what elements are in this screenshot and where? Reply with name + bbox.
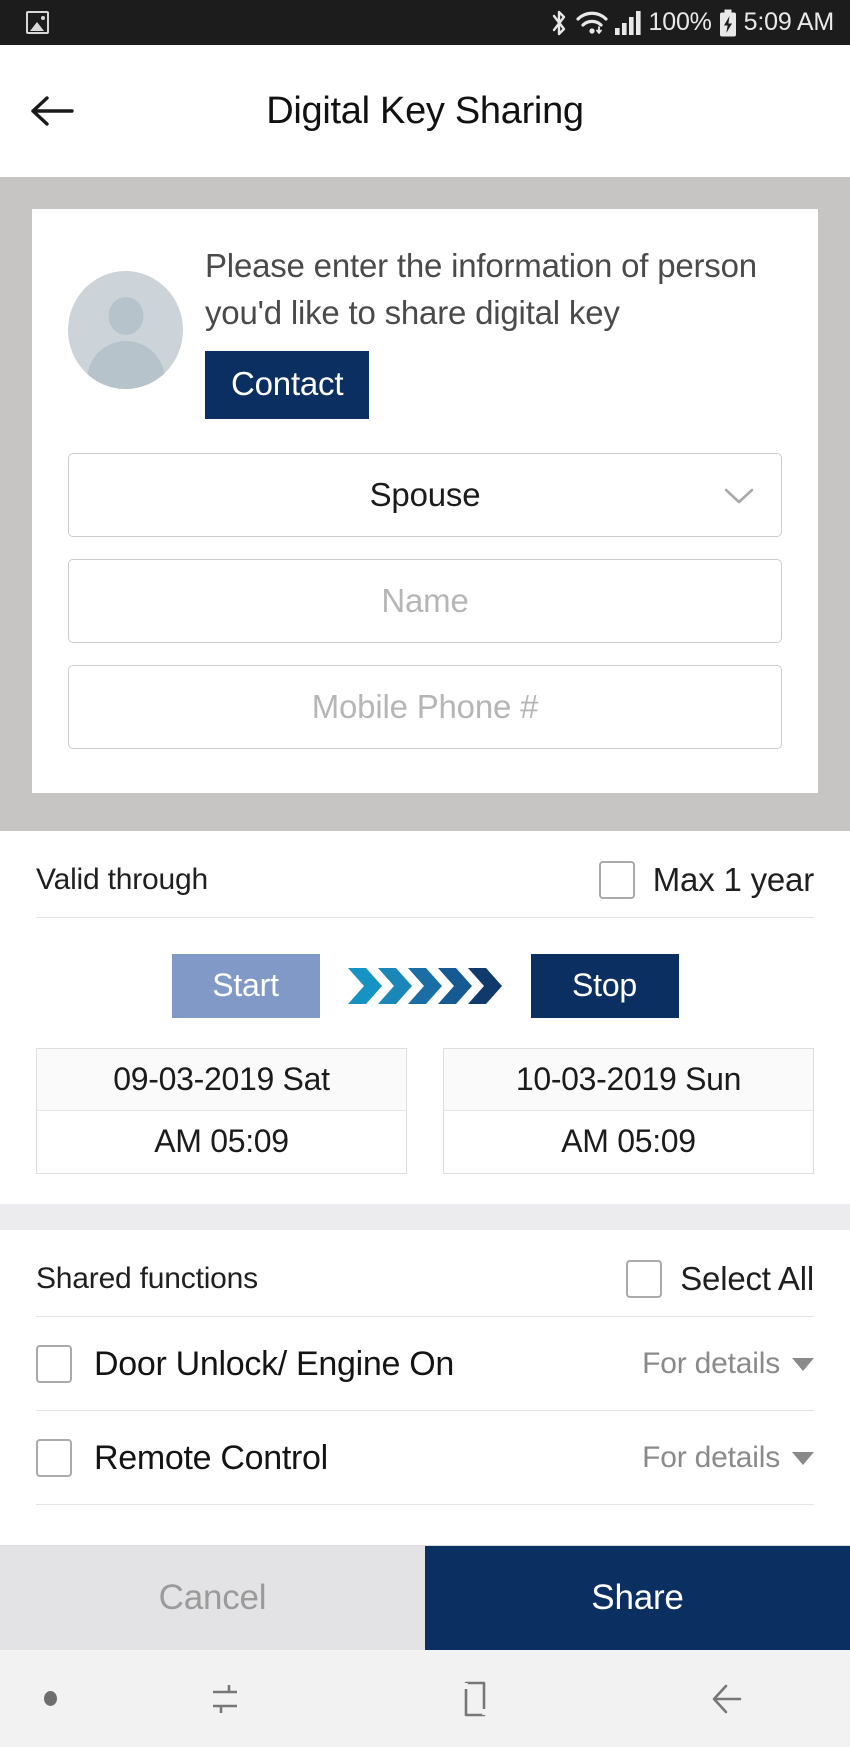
notification-dot-icon bbox=[0, 1691, 100, 1706]
battery-percent: 100% bbox=[648, 8, 712, 36]
recipient-card: Please enter the information of person y… bbox=[32, 209, 818, 793]
scroll-content[interactable]: Please enter the information of person y… bbox=[0, 177, 850, 1545]
avatar-body bbox=[86, 341, 165, 389]
max-one-year-checkbox-row[interactable]: Max 1 year bbox=[598, 860, 814, 899]
person-avatar-icon bbox=[68, 271, 183, 389]
shared-functions-section: Shared functions Select All Door Unlock/… bbox=[0, 1229, 850, 1505]
select-all-checkbox[interactable] bbox=[626, 1259, 663, 1298]
card-header-right: Please enter the information of person y… bbox=[205, 243, 782, 419]
clock-time: 5:09 AM bbox=[743, 8, 835, 36]
app-bar: Digital Key Sharing bbox=[0, 45, 850, 177]
caret-down-icon bbox=[792, 1451, 814, 1465]
remote-control-details-toggle[interactable]: For details bbox=[642, 1441, 814, 1475]
door-unlock-label: Door Unlock/ Engine On bbox=[94, 1344, 455, 1383]
valid-through-title: Valid through bbox=[36, 862, 208, 896]
status-bar-right: 100% 5:09 AM bbox=[549, 8, 834, 37]
android-nav-bar bbox=[0, 1650, 850, 1747]
phone-input-placeholder: Mobile Phone # bbox=[311, 687, 539, 725]
remote-control-details-label: For details bbox=[642, 1441, 780, 1475]
list-item[interactable]: Remote Control For details bbox=[36, 1411, 814, 1505]
phone-field[interactable]: Mobile Phone # bbox=[68, 664, 782, 749]
nav-dot bbox=[43, 1691, 57, 1706]
stop-button[interactable]: Stop bbox=[530, 953, 679, 1018]
chevron-progress-icon bbox=[347, 963, 503, 1009]
action-bar: Cancel Share bbox=[0, 1545, 850, 1650]
relation-select[interactable]: Spouse bbox=[68, 452, 782, 537]
max-one-year-label: Max 1 year bbox=[652, 860, 814, 898]
share-button[interactable]: Share bbox=[425, 1546, 850, 1650]
door-unlock-details-label: For details bbox=[642, 1347, 780, 1381]
shared-functions-title: Shared functions bbox=[36, 1261, 258, 1295]
recipient-card-frame: Please enter the information of person y… bbox=[0, 177, 850, 831]
stop-date-value[interactable]: 10-03-2019 Sun bbox=[444, 1048, 813, 1111]
chevron-down-icon bbox=[723, 476, 755, 514]
gallery-icon bbox=[26, 11, 49, 34]
nav-back-icon[interactable] bbox=[600, 1677, 850, 1721]
valid-through-section: Valid through Max 1 year Start Stop 09-0… bbox=[0, 830, 850, 1204]
select-all-label: Select All bbox=[680, 1259, 814, 1297]
door-unlock-checkbox[interactable] bbox=[36, 1345, 72, 1384]
max-one-year-checkbox[interactable] bbox=[598, 860, 635, 899]
recents-icon[interactable] bbox=[100, 1677, 350, 1721]
start-date-value[interactable]: 09-03-2019 Sat bbox=[37, 1048, 406, 1111]
remote-control-label: Remote Control bbox=[94, 1438, 328, 1477]
contact-button[interactable]: Contact bbox=[205, 350, 370, 419]
shared-functions-header: Shared functions Select All bbox=[36, 1230, 814, 1317]
avatar-head bbox=[108, 297, 143, 335]
door-unlock-details-toggle[interactable]: For details bbox=[642, 1347, 814, 1381]
start-stop-row: Start Stop bbox=[36, 918, 814, 1030]
caret-down-icon bbox=[792, 1357, 814, 1371]
section-divider bbox=[0, 1203, 850, 1230]
start-time-value[interactable]: AM 05:09 bbox=[37, 1111, 406, 1173]
stop-datetime-picker[interactable]: 10-03-2019 Sun AM 05:09 bbox=[443, 1047, 814, 1174]
home-icon[interactable] bbox=[350, 1675, 600, 1723]
status-bar: 100% 5:09 AM bbox=[0, 0, 850, 45]
list-item[interactable]: Door Unlock/ Engine On For details bbox=[36, 1317, 814, 1411]
battery-charging-icon bbox=[719, 9, 737, 37]
start-datetime-picker[interactable]: 09-03-2019 Sat AM 05:09 bbox=[36, 1047, 407, 1174]
name-input-placeholder: Name bbox=[381, 581, 469, 619]
stop-time-value[interactable]: AM 05:09 bbox=[444, 1111, 813, 1173]
datetime-row: 09-03-2019 Sat AM 05:09 10-03-2019 Sun A… bbox=[36, 1030, 814, 1204]
remote-control-checkbox[interactable] bbox=[36, 1439, 72, 1478]
name-field[interactable]: Name bbox=[68, 558, 782, 643]
cancel-button[interactable]: Cancel bbox=[0, 1546, 425, 1650]
bluetooth-icon bbox=[549, 9, 569, 37]
wifi-icon bbox=[575, 10, 608, 36]
card-header: Please enter the information of person y… bbox=[68, 243, 782, 419]
start-button[interactable]: Start bbox=[171, 953, 320, 1018]
select-all-row[interactable]: Select All bbox=[626, 1259, 814, 1298]
valid-through-header: Valid through Max 1 year bbox=[36, 831, 814, 918]
cellular-signal-icon bbox=[614, 10, 642, 35]
relation-select-value: Spouse bbox=[369, 475, 481, 513]
instruction-text: Please enter the information of person y… bbox=[205, 247, 757, 331]
phone-screen: 100% 5:09 AM Digital Key Sharing Please … bbox=[0, 0, 850, 1747]
status-bar-left bbox=[26, 11, 49, 34]
page-title: Digital Key Sharing bbox=[266, 89, 584, 132]
